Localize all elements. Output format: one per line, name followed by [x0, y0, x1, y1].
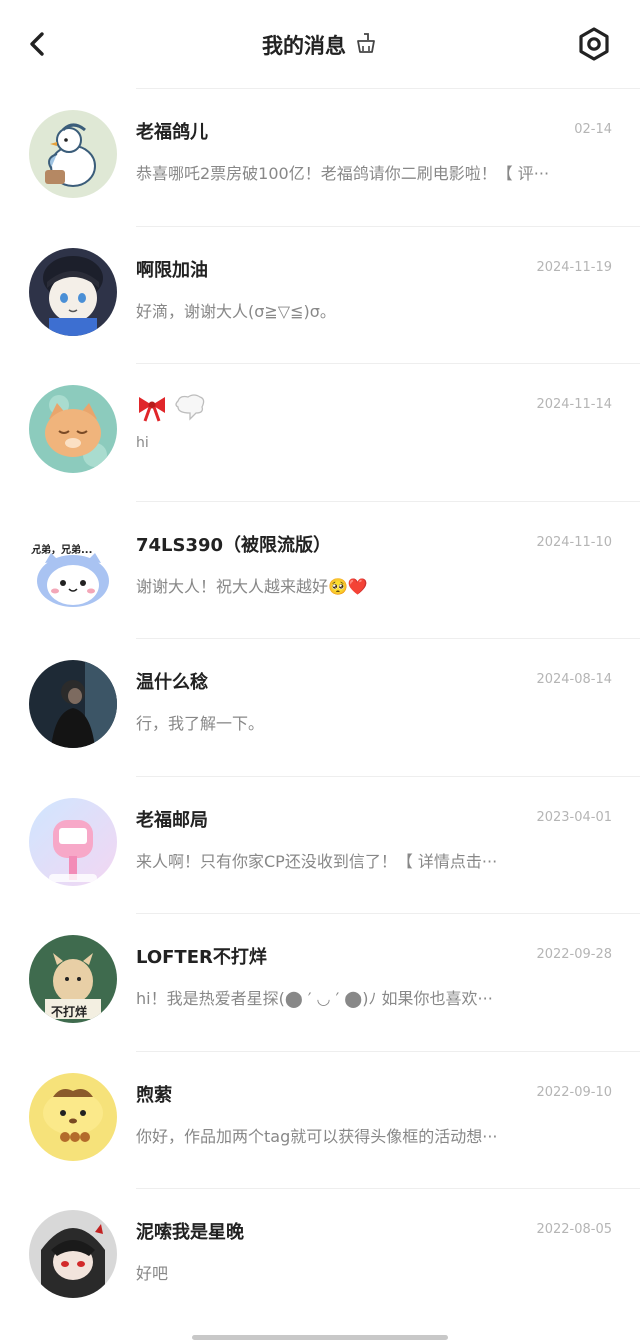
message-preview: 你好，作品加两个tag就可以获得头像框的活动想···	[136, 1126, 498, 1146]
cat-avatar[interactable]	[29, 385, 117, 473]
avatar-caption: 兄弟，兄弟...	[31, 544, 93, 556]
anime-avatar[interactable]	[29, 1210, 117, 1298]
sender-name: 老福鸽儿	[136, 122, 208, 143]
message-date: 2024-11-10	[536, 534, 612, 550]
sender-name: 老福邮局	[136, 809, 208, 831]
message-row[interactable]: 啊限加油 2024-11-19 好滴，谢谢大人(σ≧▽≦)σ。	[0, 225, 640, 364]
home-indicator[interactable]	[192, 1335, 448, 1340]
message-row[interactable]: 温什么稔 2024-08-14 行，我了解一下。	[0, 638, 640, 776]
message-row[interactable]: 兄弟，兄弟... 74LS390（被限流版） 2024-11-10 谢谢大人！祝…	[0, 500, 640, 639]
sender-name: 温什么稔	[136, 672, 208, 693]
row-divider	[136, 88, 640, 89]
message-date: 2024-11-14	[536, 397, 612, 412]
settings-button[interactable]	[574, 24, 614, 64]
sender-name: 74LS390（被限流版）	[136, 534, 332, 556]
sender-name: 🎀💭	[136, 393, 206, 423]
row-divider	[136, 1050, 640, 1052]
row-divider	[136, 1188, 640, 1189]
message-row[interactable]: 煦萦 2022-09-10 你好，作品加两个tag就可以获得头像框的活动想···	[0, 1050, 640, 1189]
plush-avatar[interactable]	[29, 247, 117, 336]
message-date: 02-14	[574, 122, 612, 137]
message-date: 2024-08-14	[536, 672, 612, 687]
mailbox-avatar[interactable]	[29, 797, 117, 886]
settings-icon	[579, 27, 609, 61]
row-divider	[136, 775, 640, 777]
bow-icon	[139, 397, 165, 422]
row-divider	[136, 638, 640, 639]
avatar-caption: 不打烊	[51, 1005, 88, 1019]
message-preview: 恭喜哪吒2票房破100亿！老福鸽请你二刷电影啦！【 评···	[136, 164, 550, 183]
person-avatar[interactable]	[29, 660, 117, 748]
page-title: 我的消息	[262, 34, 346, 58]
row-divider	[136, 913, 640, 914]
message-row[interactable]: 🎀💭 2024-11-14 hi	[0, 363, 640, 501]
speech-bubble-icon	[175, 394, 205, 421]
message-preview: 谢谢大人！祝大人越来越好🥺❤️	[136, 576, 368, 596]
sender-name: 泥嗦我是星晚	[136, 1222, 244, 1243]
message-date: 2024-11-19	[536, 259, 612, 275]
row-divider	[136, 363, 640, 364]
row-divider	[136, 225, 640, 227]
pompompurin-avatar[interactable]	[29, 1072, 117, 1161]
message-preview: 好滴，谢谢大人(σ≧▽≦)σ。	[136, 301, 336, 321]
pigeon-avatar[interactable]	[29, 110, 117, 198]
message-list: 老福鸽儿 02-14 恭喜哪吒2票房破100亿！老福鸽请你二刷电影啦！【 评··…	[0, 88, 640, 1326]
message-date: 2023-04-01	[536, 809, 612, 825]
title-area: 我的消息	[0, 28, 640, 62]
message-preview: hi	[136, 435, 149, 451]
message-date: 2022-08-05	[536, 1222, 612, 1237]
row-divider	[136, 500, 640, 502]
message-preview: hi！我是热爱者星探(⬤ ′ ◡ ′ ⬤)ﾉ 如果你也喜欢···	[136, 989, 493, 1008]
message-preview: 来人啊！只有你家CP还没收到信了！【 详情点击···	[136, 851, 498, 871]
message-date: 2022-09-28	[536, 947, 612, 962]
message-row[interactable]: 老福鸽儿 02-14 恭喜哪吒2票房破100亿！老福鸽请你二刷电影啦！【 评··…	[0, 88, 640, 226]
sender-name: LOFTER不打烊	[136, 947, 267, 968]
sender-name: 煦萦	[136, 1084, 172, 1106]
message-preview: 好吧	[136, 1264, 169, 1283]
broom-icon	[357, 33, 375, 53]
message-preview: 行，我了解一下。	[136, 714, 265, 733]
broom-button[interactable]	[354, 31, 378, 59]
message-row[interactable]: 老福邮局 2023-04-01 来人啊！只有你家CP还没收到信了！【 详情点击·…	[0, 775, 640, 914]
message-row[interactable]: 不打烊 LOFTER不打烊 2022-09-28 hi！我是热爱者星探(⬤ ′ …	[0, 913, 640, 1051]
alpaca-avatar[interactable]: 不打烊	[29, 935, 117, 1023]
sender-name: 啊限加油	[136, 259, 208, 281]
top-bar: 我的消息	[0, 0, 640, 88]
hamster-avatar[interactable]: 兄弟，兄弟...	[29, 522, 117, 611]
message-row[interactable]: 泥嗦我是星晚 2022-08-05 好吧	[0, 1188, 640, 1326]
message-date: 2022-09-10	[536, 1084, 612, 1100]
